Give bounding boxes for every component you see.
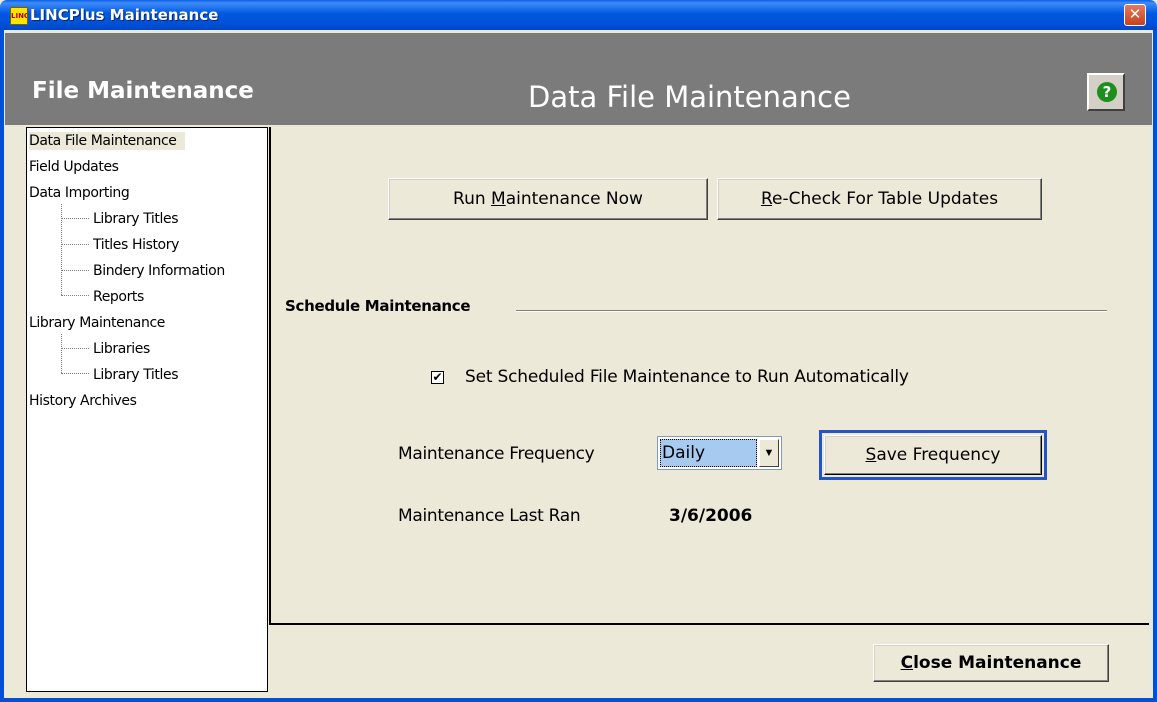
tree-item-reports[interactable]: Reports: [93, 288, 144, 306]
window-close-button[interactable]: ✕: [1124, 4, 1146, 26]
tree-connector: [61, 244, 89, 245]
tree-item-data-importing[interactable]: Data Importing: [29, 184, 130, 202]
auto-run-checkbox[interactable]: ✔: [431, 371, 444, 384]
tree-item-history-archives[interactable]: History Archives: [29, 392, 137, 410]
tree-item-library-maintenance[interactable]: Library Maintenance: [29, 314, 165, 332]
run-maintenance-button[interactable]: Run Maintenance Now: [388, 178, 708, 220]
button-label: lose Maintenance: [913, 653, 1082, 673]
save-frequency-button[interactable]: Save Frequency: [824, 435, 1042, 475]
tree-connector: [61, 295, 89, 296]
button-label: ave Frequency: [876, 445, 1001, 465]
help-button[interactable]: ?: [1087, 73, 1125, 111]
chevron-down-icon[interactable]: ▼: [759, 439, 779, 467]
button-label: aintenance Now: [505, 189, 643, 209]
tree-connector: [61, 270, 89, 271]
tree-item-library-titles-2[interactable]: Library Titles: [93, 366, 179, 384]
tree-item-data-file-maintenance[interactable]: Data File Maintenance: [29, 132, 185, 150]
frequency-select[interactable]: Daily ▼: [657, 436, 782, 470]
page-title: Data File Maintenance: [528, 80, 851, 114]
accelerator-key: M: [491, 189, 506, 209]
tree-item-libraries[interactable]: Libraries: [93, 340, 150, 358]
window-title: LINCPlus Maintenance: [30, 6, 219, 24]
navigation-tree: Data File Maintenance Field Updates Data…: [26, 127, 268, 692]
accelerator-key: C: [900, 653, 914, 673]
window-titlebar: LINC LINCPlus Maintenance ✕: [0, 0, 1157, 30]
tree-connector: [61, 348, 89, 349]
button-label: e-Check For Table Updates: [772, 189, 999, 209]
help-icon: ?: [1097, 82, 1117, 102]
save-frequency-focus-ring: Save Frequency: [819, 430, 1047, 480]
recheck-table-updates-button[interactable]: Re-Check For Table Updates: [717, 178, 1042, 220]
accelerator-key: R: [760, 189, 772, 209]
last-ran-value: 3/6/2006: [669, 506, 753, 526]
section-divider: [516, 310, 1107, 312]
app-icon: LINC: [10, 7, 28, 25]
tree-item-titles-history[interactable]: Titles History: [93, 236, 179, 254]
tree-connector: [61, 218, 89, 219]
close-maintenance-button[interactable]: Close Maintenance: [873, 644, 1109, 682]
tree-item-bindery-information[interactable]: Bindery Information: [93, 262, 225, 280]
accelerator-key: S: [865, 445, 877, 465]
frequency-label: Maintenance Frequency: [398, 444, 595, 464]
header-section-title: File Maintenance: [32, 78, 254, 104]
auto-run-checkbox-label[interactable]: Set Scheduled File Maintenance to Run Au…: [465, 367, 909, 387]
tree-item-field-updates[interactable]: Field Updates: [29, 158, 119, 176]
tree-item-library-titles[interactable]: Library Titles: [93, 210, 179, 228]
button-label: Run: [453, 189, 492, 209]
tree-connector: [61, 373, 89, 374]
last-ran-label: Maintenance Last Ran: [398, 506, 581, 526]
schedule-maintenance-label: Schedule Maintenance: [285, 297, 471, 315]
frequency-select-value: Daily: [660, 439, 757, 467]
tree-connector: [61, 334, 62, 373]
